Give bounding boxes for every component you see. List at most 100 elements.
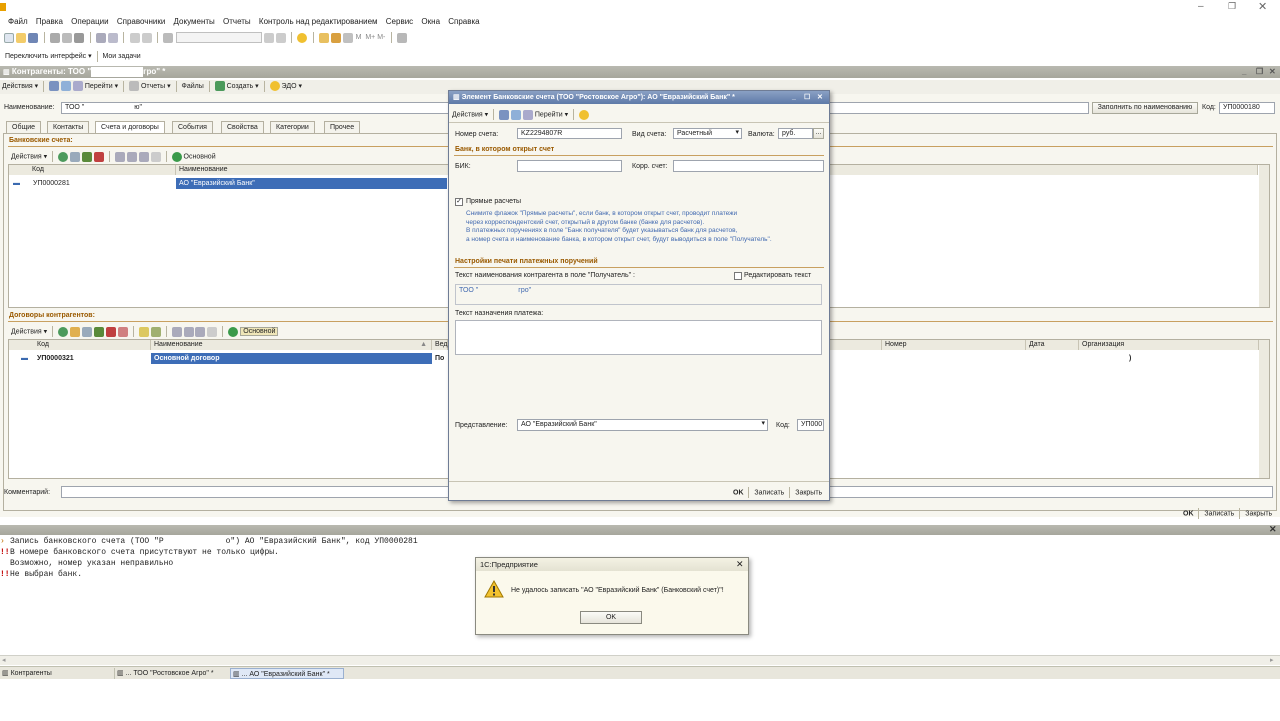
code-field[interactable]: УП0000180 [1219,102,1275,114]
edo-menu[interactable]: ЭДО [282,83,297,90]
accounts-scrollbar[interactable] [1259,165,1269,307]
search-next-icon[interactable] [275,32,286,43]
tab-properties[interactable]: Свойства [221,121,264,133]
delete-contract-icon[interactable] [105,326,116,337]
open-icon[interactable] [16,32,27,43]
contract-clear-filter-icon[interactable] [207,326,218,337]
tab-other[interactable]: Прочее [324,121,361,133]
save-record-icon[interactable] [49,81,60,92]
tools-icon[interactable] [396,32,407,43]
filter-value-icon[interactable] [126,151,137,162]
window-close-icon[interactable]: ✕ [1269,66,1276,78]
close-app-icon[interactable]: ✕ [1258,0,1267,13]
dialog-goto-icon[interactable] [522,109,533,120]
find-icon[interactable] [163,32,174,43]
contracts-col-code[interactable]: Код [9,340,151,350]
menu-edit[interactable]: Правка [36,17,63,26]
contracts-col-org[interactable]: Организация [1079,340,1259,350]
restore-icon[interactable]: ❐ [1228,1,1236,12]
currency-select-button[interactable]: ... [813,128,824,139]
messages-close-icon[interactable]: ✕ [1269,524,1277,535]
menu-edit-control[interactable]: Контроль над редактированием [259,17,378,26]
edit-text-checkbox[interactable] [734,272,742,280]
contract-refresh-icon[interactable] [228,326,239,337]
paste-icon[interactable] [74,32,85,43]
contracts-col-ved[interactable]: Вед [432,340,448,350]
alert-ok-button[interactable]: OK [580,611,642,624]
alert-close-icon[interactable]: ✕ [736,558,744,571]
menu-operations[interactable]: Операции [71,17,108,26]
actions-menu[interactable]: Действия [2,83,33,90]
mark-delete-icon[interactable] [117,326,128,337]
my-tasks-button[interactable]: Мои задачи [103,53,141,60]
currency-field[interactable]: руб. [778,128,813,139]
search-options-icon[interactable] [263,32,274,43]
taskbar-item-counterparty-form[interactable]: ▥ ... ТОО "Ростовское Агро" * [114,668,228,679]
add-icon[interactable] [58,151,69,162]
tab-contacts[interactable]: Контакты [47,121,90,133]
switch-interface-button[interactable]: Переключить интерфейс [5,53,86,60]
reread-icon[interactable] [60,81,71,92]
dialog-actions-menu[interactable]: Действия [452,111,483,118]
delete-icon[interactable] [93,151,104,162]
accounts-actions-menu[interactable]: Действия [11,153,42,160]
contracts-col-number[interactable]: Номер [882,340,1026,350]
refresh-icon[interactable] [171,151,182,162]
corr-account-field[interactable] [673,160,824,172]
cut-icon[interactable] [49,32,60,43]
calendar-icon[interactable] [318,32,329,43]
recipient-text-field[interactable]: ТОО " гро" [455,284,822,305]
contract-filter-icon[interactable] [171,326,182,337]
minimize-icon[interactable]: – [1198,1,1204,12]
purpose-field[interactable] [455,320,822,355]
contracts-scrollbar[interactable] [1259,340,1269,478]
menu-file[interactable]: Файл [8,17,28,26]
window-minimize-icon[interactable]: _ [1242,66,1246,78]
tab-events[interactable]: События [172,121,213,133]
representation-field[interactable]: АО "Евразийский Банк" ▾ [517,419,768,431]
menu-catalogs[interactable]: Справочники [117,17,165,26]
tab-categories[interactable]: Категории [270,121,315,133]
filter-icon[interactable] [114,151,125,162]
copy-row-icon[interactable] [69,151,80,162]
add-folder-icon[interactable] [69,326,80,337]
messages-scrollbar[interactable]: ◂ ▸ [0,655,1280,665]
bik-field[interactable] [517,160,622,172]
tab-accounts-contracts[interactable]: Счета и договоры [95,121,165,133]
fill-by-name-button[interactable]: Заполнить по наименованию [1092,102,1198,114]
window-restore-icon[interactable]: ❐ [1256,66,1263,78]
direct-payments-checkbox[interactable]: ✓ [455,198,463,206]
dialog-help-icon[interactable] [579,109,589,120]
reports-icon[interactable] [129,81,139,92]
contracts-main-button[interactable]: Основной [240,327,279,337]
dialog-reread-icon[interactable] [510,109,521,120]
undo-icon[interactable] [129,32,140,43]
dialog-minimize-icon[interactable]: _ [792,91,796,104]
menu-reports[interactable]: Отчеты [223,17,251,26]
contract-filter-list-icon[interactable] [195,326,206,337]
redo-icon[interactable] [141,32,152,43]
close-button[interactable]: Закрыть [1245,510,1272,517]
table-row[interactable]: ▬ УП0000281 АО "Евразийский Банк" [9,178,447,189]
accounts-main-button[interactable]: Основной [184,153,216,160]
edit-icon[interactable] [81,151,92,162]
menu-windows[interactable]: Окна [421,17,440,26]
move-group-icon[interactable] [150,326,161,337]
contracts-col-date[interactable]: Дата [1026,340,1079,350]
reports-menu[interactable]: Отчеты [141,83,165,90]
new-icon[interactable] [4,32,14,43]
files-button[interactable]: Файлы [182,83,204,90]
write-button[interactable]: Записать [1204,510,1234,517]
dialog-ok-button[interactable]: OK [733,489,744,496]
add-contract-icon[interactable] [58,326,69,337]
filter-list-icon[interactable] [138,151,149,162]
account-number-field[interactable]: KZ2294807R [517,128,622,139]
goto-icon[interactable] [72,81,83,92]
menu-service[interactable]: Сервис [386,17,413,26]
menu-documents[interactable]: Документы [174,17,215,26]
taskbar-item-bank-account[interactable]: ▥ ... АО "Евразийский Банк" * [230,668,344,679]
contracts-col-name[interactable]: Наименование ▲ [151,340,432,350]
dialog-goto-menu[interactable]: Перейти [535,111,563,118]
hierarchy-icon[interactable] [138,326,149,337]
taskbar-item-counterparties[interactable]: ▥ Контрагенты [0,668,112,679]
